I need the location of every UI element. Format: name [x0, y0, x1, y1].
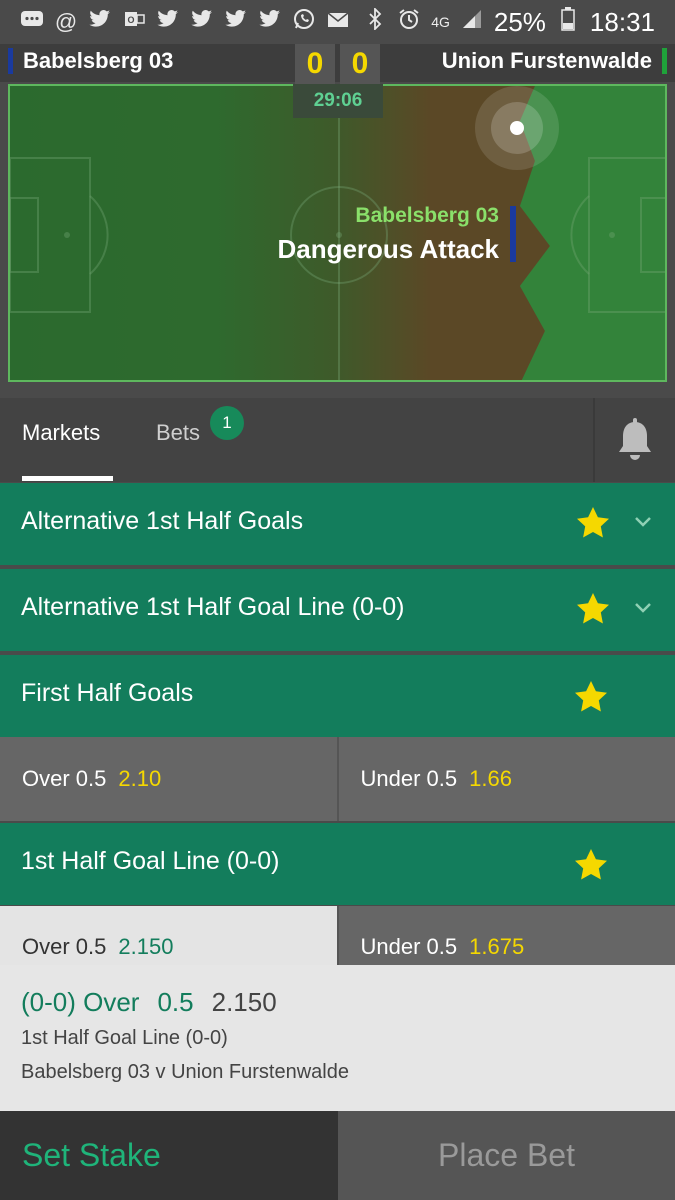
active-tab-indicator	[22, 476, 113, 481]
odds-price: 1.675	[469, 934, 525, 959]
whatsapp-icon	[292, 8, 316, 36]
battery-icon	[556, 7, 580, 37]
betslip-market: 1st Half Goal Line (0-0)	[21, 1027, 228, 1049]
odds-label: Under 0.5	[360, 766, 458, 791]
betslip-price: 2.150	[211, 987, 277, 1017]
star-icon[interactable]	[573, 847, 609, 883]
away-score: 0	[340, 44, 380, 84]
away-team-color-bar	[662, 48, 667, 74]
scoreboard: Babelsberg 03 0 0 Union Furstenwalde	[0, 44, 675, 84]
match-clock: 29:06	[293, 84, 383, 118]
match-tracker-pitch: Babelsberg 03 Dangerous Attack	[8, 84, 667, 382]
market-header[interactable]: Alternative 1st Half Goals	[0, 483, 675, 565]
event-text: Dangerous Attack	[277, 234, 499, 264]
home-score: 0	[295, 44, 335, 84]
odds-button[interactable]: Over 0.5 2.10	[0, 737, 337, 821]
betslip-actions: Set Stake Place Bet	[0, 1111, 675, 1200]
alarm-icon	[397, 8, 421, 36]
chevron-down-icon[interactable]	[633, 511, 653, 531]
market-header[interactable]: 1st Half Goal Line (0-0)	[0, 823, 675, 905]
notifications-button[interactable]	[593, 398, 675, 482]
away-team-name: Union Furstenwalde	[441, 48, 652, 73]
battery-percent: 25%	[493, 6, 546, 37]
betslip-event: Babelsberg 03 v Union Furstenwalde	[21, 1061, 349, 1083]
odds-button[interactable]: Under 0.5 1.66	[336, 737, 675, 821]
set-stake-button[interactable]: Set Stake	[0, 1111, 338, 1200]
outlook-icon: O	[122, 9, 146, 35]
odds-row: Over 0.5 2.10 Under 0.5 1.66	[0, 737, 675, 821]
tab-bets[interactable]: Bets	[156, 420, 200, 446]
bets-count-badge: 1	[210, 406, 244, 440]
event-team-color-bar	[510, 206, 516, 262]
market-title: First Half Goals	[21, 679, 194, 707]
event-team: Babelsberg 03	[355, 204, 499, 227]
bell-icon	[619, 418, 651, 460]
betslip-selection: (0-0) Over 0.5 2.150	[21, 987, 277, 1018]
clock: 18:31	[589, 6, 655, 37]
twitter-icon	[258, 9, 282, 35]
market-title: Alternative 1st Half Goals	[21, 507, 304, 535]
notification-icons: @ O	[20, 8, 350, 36]
star-icon[interactable]	[575, 505, 611, 541]
system-icons: 4G 25% 18:31	[363, 7, 655, 38]
betslip-handicap: 0.5	[157, 987, 194, 1017]
market-title: Alternative 1st Half Goal Line (0-0)	[21, 593, 405, 621]
away-team: Union Furstenwalde	[442, 48, 667, 74]
star-icon[interactable]	[575, 591, 611, 627]
odds-label: Under 0.5	[360, 934, 458, 959]
twitter-icon	[156, 9, 180, 35]
odds-price: 1.66	[469, 766, 512, 791]
home-team: Babelsberg 03	[8, 48, 173, 74]
market-header[interactable]: First Half Goals	[0, 655, 675, 737]
twitter-icon	[190, 9, 214, 35]
svg-text:O: O	[127, 15, 134, 25]
odds-label: Over 0.5	[22, 934, 107, 959]
chevron-down-icon[interactable]	[633, 597, 653, 617]
tab-markets[interactable]: Markets	[22, 420, 100, 446]
market-title: 1st Half Goal Line (0-0)	[21, 847, 280, 875]
star-icon[interactable]	[573, 679, 609, 715]
odds-price: 2.10	[118, 766, 162, 791]
at-icon: @	[54, 9, 78, 34]
twitter-icon	[88, 9, 112, 35]
home-team-name: Babelsberg 03	[23, 48, 174, 73]
twitter-icon	[224, 9, 248, 35]
home-team-color-bar	[8, 48, 13, 74]
market-header[interactable]: Alternative 1st Half Goal Line (0-0)	[0, 569, 675, 651]
place-bet-button[interactable]: Place Bet	[338, 1111, 675, 1200]
app-root: @ O 4G 25% 18:31 Babelsberg 03 0 0 Union…	[0, 0, 675, 1200]
odds-price: 2.150	[118, 934, 174, 959]
status-bar: @ O 4G 25% 18:31	[0, 0, 675, 44]
bluetooth-icon	[363, 6, 387, 36]
network-type: 4G	[431, 14, 450, 30]
chat-icon	[20, 9, 44, 35]
ball-icon	[510, 121, 524, 135]
betslip-selection-name: (0-0) Over	[21, 987, 140, 1017]
signal-icon	[460, 8, 484, 36]
mail-icon	[326, 9, 350, 35]
betslip-panel: (0-0) Over 0.5 2.150 1st Half Goal Line …	[0, 965, 675, 1111]
odds-label: Over 0.5	[22, 766, 107, 791]
tabs-bar: Markets Bets	[0, 398, 675, 482]
